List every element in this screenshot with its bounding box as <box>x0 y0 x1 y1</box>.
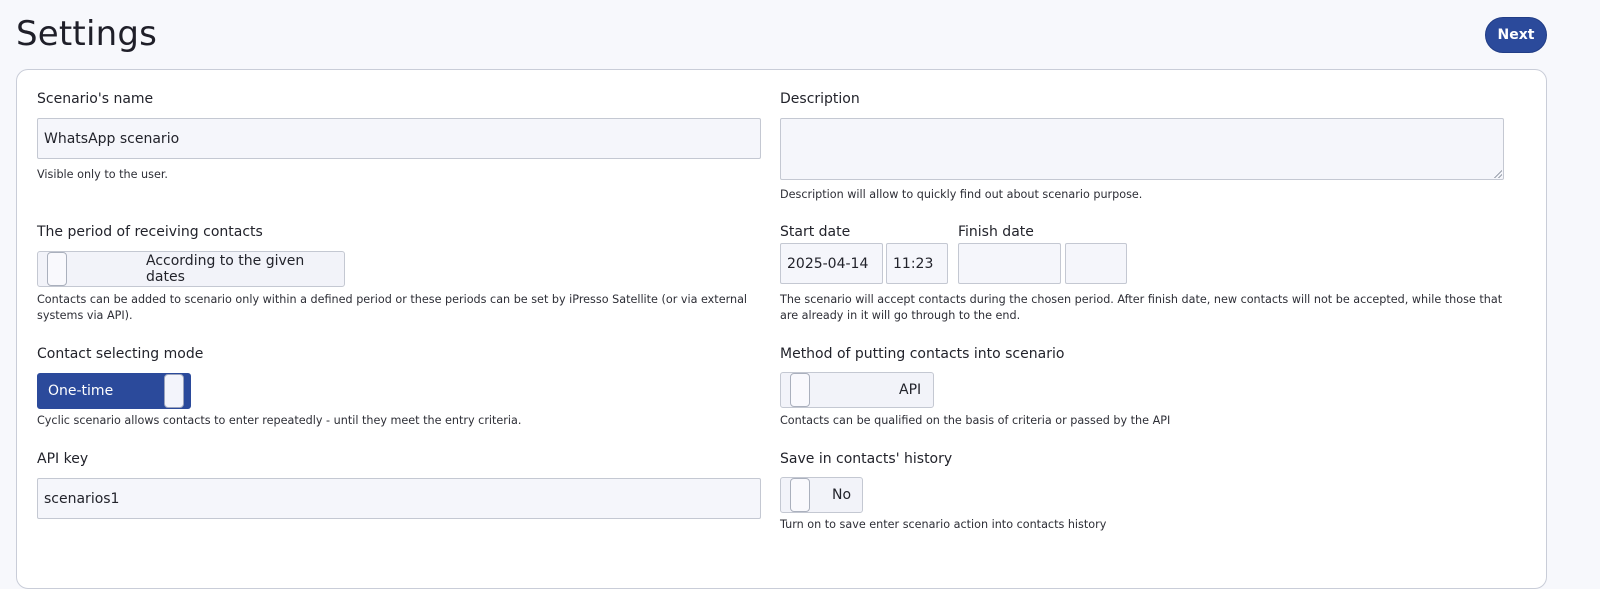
history-label: Save in contacts' history <box>780 451 953 467</box>
finish-date-label: Finish date <box>958 224 1034 240</box>
start-date-label: Start date <box>780 224 851 240</box>
method-toggle[interactable]: API <box>780 372 934 408</box>
start-date-input[interactable]: 2025-04-14 <box>780 243 883 284</box>
selecting-mode-hint: Cyclic scenario allows contacts to enter… <box>37 414 522 427</box>
page-title: Settings <box>16 14 158 54</box>
finish-date-input[interactable] <box>958 243 1061 284</box>
dates-hint: The scenario will accept contacts during… <box>780 292 1520 324</box>
api-key-input[interactable]: scenarios1 <box>37 478 761 519</box>
scenario-name-label: Scenario's name <box>37 91 154 107</box>
period-label: The period of receiving contacts <box>37 224 263 240</box>
description-hint: Description will allow to quickly find o… <box>780 188 1143 201</box>
textarea-resize-grip[interactable] <box>1494 170 1502 178</box>
start-time-input[interactable]: 11:23 <box>886 243 948 284</box>
history-hint: Turn on to save enter scenario action in… <box>780 518 1107 531</box>
finish-time-input[interactable] <box>1065 243 1127 284</box>
description-textarea[interactable] <box>780 118 1504 180</box>
history-toggle[interactable]: No <box>780 477 863 513</box>
scenario-name-input[interactable]: WhatsApp scenario <box>37 118 761 159</box>
history-toggle-knob[interactable] <box>790 478 810 512</box>
method-toggle-text: API <box>899 382 922 398</box>
method-toggle-knob[interactable] <box>790 373 810 407</box>
selecting-mode-toggle-knob[interactable] <box>164 374 184 408</box>
period-toggle-knob[interactable] <box>47 252 67 286</box>
method-label: Method of putting contacts into scenario <box>780 346 1065 362</box>
selecting-mode-toggle-text: One-time <box>48 383 114 399</box>
selecting-mode-label: Contact selecting mode <box>37 346 204 362</box>
settings-card: Scenario's name WhatsApp scenario Visibl… <box>16 69 1547 589</box>
period-toggle[interactable]: According to the given dates <box>37 251 345 287</box>
next-button[interactable]: Next <box>1485 17 1547 53</box>
scenario-name-hint: Visible only to the user. <box>37 168 168 181</box>
dates-hint-line1: The scenario will accept contacts during… <box>780 293 1503 306</box>
history-toggle-text: No <box>832 487 852 503</box>
method-hint: Contacts can be qualified on the basis o… <box>780 414 1171 427</box>
description-label: Description <box>780 91 860 107</box>
period-hint-line1: Contacts can be added to scenario only w… <box>37 293 748 306</box>
period-hint: Contacts can be added to scenario only w… <box>37 292 761 324</box>
period-hint-line2: systems via API). <box>37 309 133 322</box>
api-key-label: API key <box>37 451 89 467</box>
dates-hint-line2: are already in it will go through to the… <box>780 309 1021 322</box>
selecting-mode-toggle[interactable]: One-time <box>37 373 191 409</box>
period-toggle-text: According to the given dates <box>146 253 305 285</box>
